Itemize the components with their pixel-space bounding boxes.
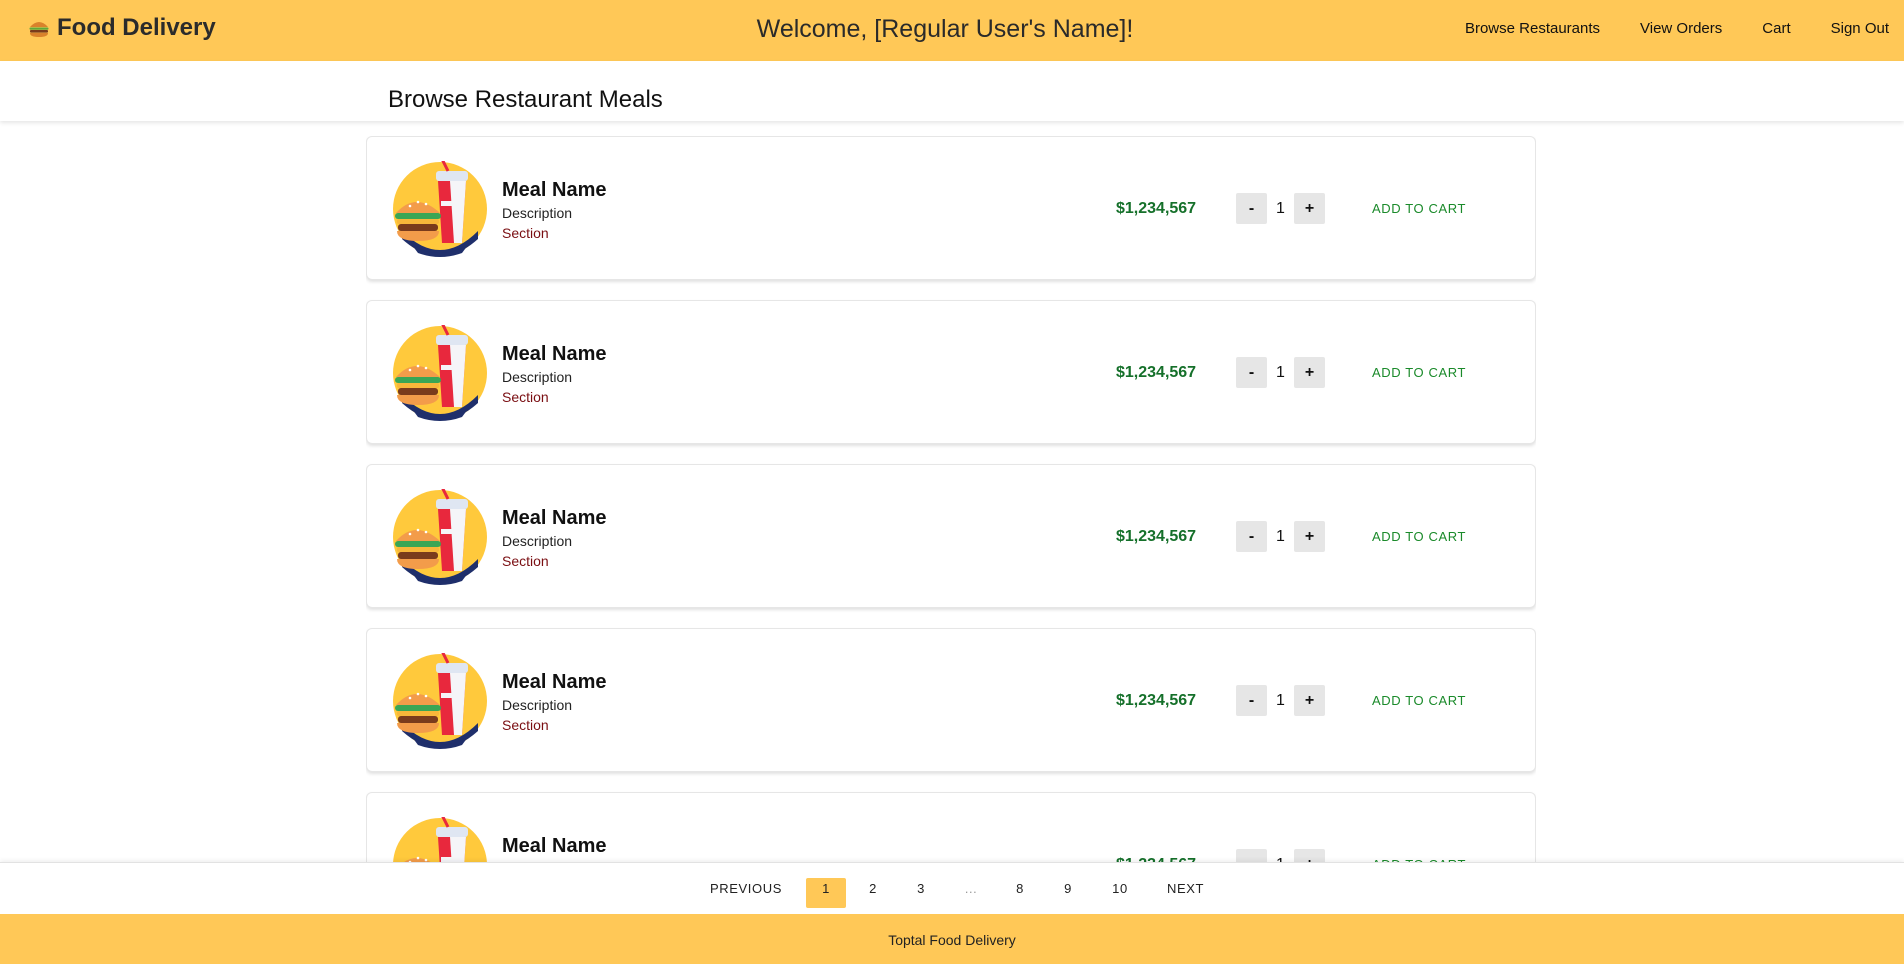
footer: Toptal Food Delivery xyxy=(0,914,1904,964)
quantity-stepper: - 1 + xyxy=(1236,193,1325,224)
nav-browse-restaurants[interactable]: Browse Restaurants xyxy=(1465,20,1600,37)
decrease-quantity-button[interactable]: - xyxy=(1236,849,1267,862)
pagination-next[interactable]: NEXT xyxy=(1157,878,1214,908)
pagination-page-1[interactable]: 1 xyxy=(806,878,846,908)
meal-description: Description xyxy=(502,697,573,713)
meal-description: Description xyxy=(502,369,573,385)
meal-name: Meal Name xyxy=(502,835,607,857)
add-to-cart-button[interactable]: ADD TO CART xyxy=(1372,529,1466,544)
increase-quantity-button[interactable]: + xyxy=(1294,193,1325,224)
quantity-value: 1 xyxy=(1276,199,1285,217)
meal-card: Meal Name Description Section $1,234,567… xyxy=(366,136,1536,280)
nav-sign-out[interactable]: Sign Out xyxy=(1831,20,1889,37)
add-to-cart-button[interactable]: ADD TO CART xyxy=(1372,365,1466,380)
top-navbar: Food Delivery Welcome, [Regular User's N… xyxy=(0,0,1904,61)
page-title: Browse Restaurant Meals xyxy=(388,86,663,113)
meal-price: $1,234,567 xyxy=(1116,200,1197,217)
meal-name: Meal Name xyxy=(502,507,607,529)
meal-price: $1,234,567 xyxy=(1116,692,1197,709)
main-nav: Browse Restaurants View Orders Cart Sign… xyxy=(1425,20,1889,37)
quantity-stepper: - 1 + xyxy=(1236,849,1325,862)
increase-quantity-button[interactable]: + xyxy=(1294,685,1325,716)
meal-card: Meal Name Description Section $1,234,567… xyxy=(366,792,1536,862)
footer-text: Toptal Food Delivery xyxy=(888,932,1016,948)
nav-view-orders[interactable]: View Orders xyxy=(1640,20,1722,37)
meal-image xyxy=(392,650,488,749)
meal-name: Meal Name xyxy=(502,343,607,365)
decrease-quantity-button[interactable]: - xyxy=(1236,193,1267,224)
increase-quantity-button[interactable]: + xyxy=(1294,357,1325,388)
add-to-cart-button[interactable]: ADD TO CART xyxy=(1372,693,1466,708)
meal-section: Section xyxy=(502,225,549,241)
meal-price: $1,234,567 xyxy=(1116,364,1197,381)
quantity-value: 1 xyxy=(1276,691,1285,709)
meal-price: $1,234,567 xyxy=(1116,528,1197,545)
decrease-quantity-button[interactable]: - xyxy=(1236,685,1267,716)
pagination-page-3[interactable]: 3 xyxy=(901,878,941,908)
meal-image xyxy=(392,322,488,421)
increase-quantity-button[interactable]: + xyxy=(1294,521,1325,552)
meal-list: Meal Name Description Section $1,234,567… xyxy=(366,136,1536,862)
decrease-quantity-button[interactable]: - xyxy=(1236,521,1267,552)
decrease-quantity-button[interactable]: - xyxy=(1236,357,1267,388)
pagination-page-2[interactable]: 2 xyxy=(853,878,893,908)
meal-image xyxy=(392,814,488,862)
meal-section: Section xyxy=(502,553,549,569)
nav-cart[interactable]: Cart xyxy=(1762,20,1790,37)
meal-image xyxy=(392,486,488,585)
quantity-value: 1 xyxy=(1276,527,1285,545)
pagination-previous[interactable]: PREVIOUS xyxy=(706,878,786,908)
meal-section: Section xyxy=(502,389,549,405)
pagination-page-9[interactable]: 9 xyxy=(1048,878,1088,908)
increase-quantity-button[interactable]: + xyxy=(1294,849,1325,862)
meal-card: Meal Name Description Section $1,234,567… xyxy=(366,628,1536,772)
quantity-stepper: - 1 + xyxy=(1236,521,1325,552)
pagination-bar: PREVIOUS 1 2 3 … 8 9 10 NEXT xyxy=(0,862,1904,914)
meal-section: Section xyxy=(502,717,549,733)
page-header: Browse Restaurant Meals xyxy=(0,61,1904,121)
meal-name: Meal Name xyxy=(502,671,607,693)
meal-description: Description xyxy=(502,205,573,221)
meal-card: Meal Name Description Section $1,234,567… xyxy=(366,464,1536,608)
pagination-page-10[interactable]: 10 xyxy=(1099,878,1141,908)
pagination-page-8[interactable]: 8 xyxy=(1000,878,1040,908)
meal-name: Meal Name xyxy=(502,179,607,201)
quantity-value: 1 xyxy=(1276,363,1285,381)
pagination-ellipsis: … xyxy=(964,881,978,896)
add-to-cart-button[interactable]: ADD TO CART xyxy=(1372,201,1466,216)
meal-card: Meal Name Description Section $1,234,567… xyxy=(366,300,1536,444)
quantity-stepper: - 1 + xyxy=(1236,685,1325,716)
quantity-stepper: - 1 + xyxy=(1236,357,1325,388)
meal-image xyxy=(392,158,488,257)
meal-description: Description xyxy=(502,533,573,549)
